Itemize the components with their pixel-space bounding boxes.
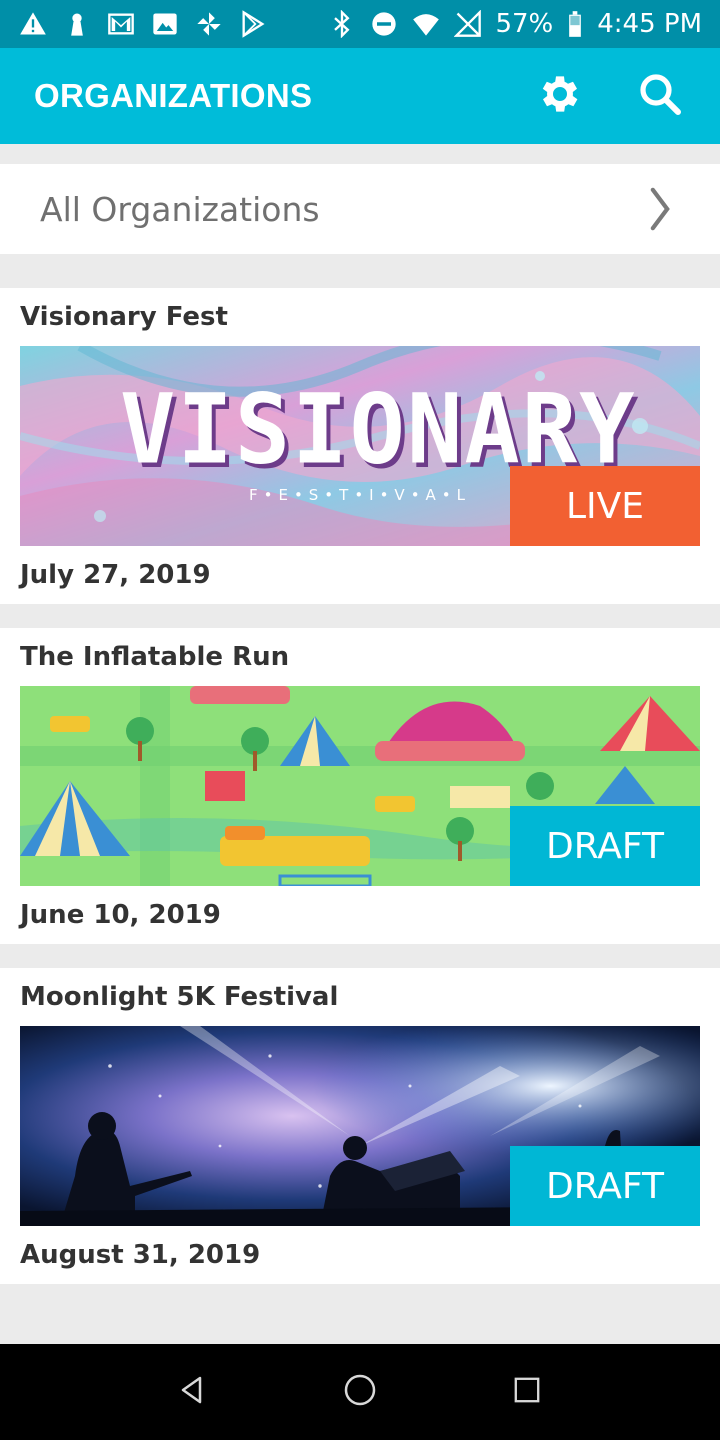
back-icon [178, 1375, 208, 1409]
event-banner: DRAFT [20, 686, 700, 886]
event-banner: VISIONARY F•E•S•T•I•V•A•L LIVE [20, 346, 700, 546]
wifi-icon [411, 9, 441, 39]
status-badge: DRAFT [510, 806, 700, 886]
banner-subtitle: F•E•S•T•I•V•A•L [248, 486, 472, 504]
event-banner: DRAFT [20, 1026, 700, 1226]
gear-icon [536, 70, 584, 122]
event-date: June 10, 2019 [20, 900, 221, 930]
status-badge: DRAFT [510, 1146, 700, 1226]
event-title: The Inflatable Run [20, 642, 290, 672]
search-button[interactable] [634, 70, 686, 122]
status-bar: 57% 4:45 PM [0, 0, 720, 48]
event-date: July 27, 2019 [20, 560, 211, 590]
battery-percent: 57% [495, 9, 554, 39]
organization-selector[interactable]: All Organizations [0, 164, 720, 254]
gmail-icon [106, 9, 136, 39]
settings-button[interactable] [534, 70, 586, 122]
clock: 4:45 PM [597, 9, 702, 39]
app-bar: ORGANIZATIONS [0, 48, 720, 144]
keyhole-icon [62, 9, 92, 39]
chevron-right-icon [640, 183, 680, 235]
play-store-icon [238, 9, 268, 39]
event-card[interactable]: Visionary Fest VISIONARY F•E•S•T•I•V•A•L… [0, 288, 720, 604]
home-button[interactable] [330, 1362, 390, 1422]
recents-icon [513, 1376, 541, 1408]
no-signal-icon [453, 9, 483, 39]
app-bar-actions [534, 70, 686, 122]
battery-icon [565, 9, 585, 39]
event-date: August 31, 2019 [20, 1240, 261, 1270]
system-nav-bar [0, 1344, 720, 1440]
home-icon [343, 1373, 377, 1411]
do-not-disturb-icon [369, 9, 399, 39]
alert-icon [18, 9, 48, 39]
event-title: Moonlight 5K Festival [20, 982, 339, 1012]
image-icon [150, 9, 180, 39]
search-icon [636, 70, 684, 122]
recents-button[interactable] [497, 1362, 557, 1422]
notification-icons [18, 9, 268, 39]
event-card[interactable]: Moonlight 5K Festival DRAFT August 31, 2… [0, 968, 720, 1284]
event-title: Visionary Fest [20, 302, 228, 332]
system-indicators: 57% 4:45 PM [327, 9, 702, 39]
status-badge: LIVE [510, 466, 700, 546]
page-title: ORGANIZATIONS [34, 77, 313, 114]
selector-label: All Organizations [40, 189, 320, 229]
pinwheel-icon [194, 9, 224, 39]
bluetooth-icon [327, 9, 357, 39]
back-button[interactable] [163, 1362, 223, 1422]
event-card[interactable]: The Inflatable Run DRAFT June 10, 2019 [0, 628, 720, 944]
